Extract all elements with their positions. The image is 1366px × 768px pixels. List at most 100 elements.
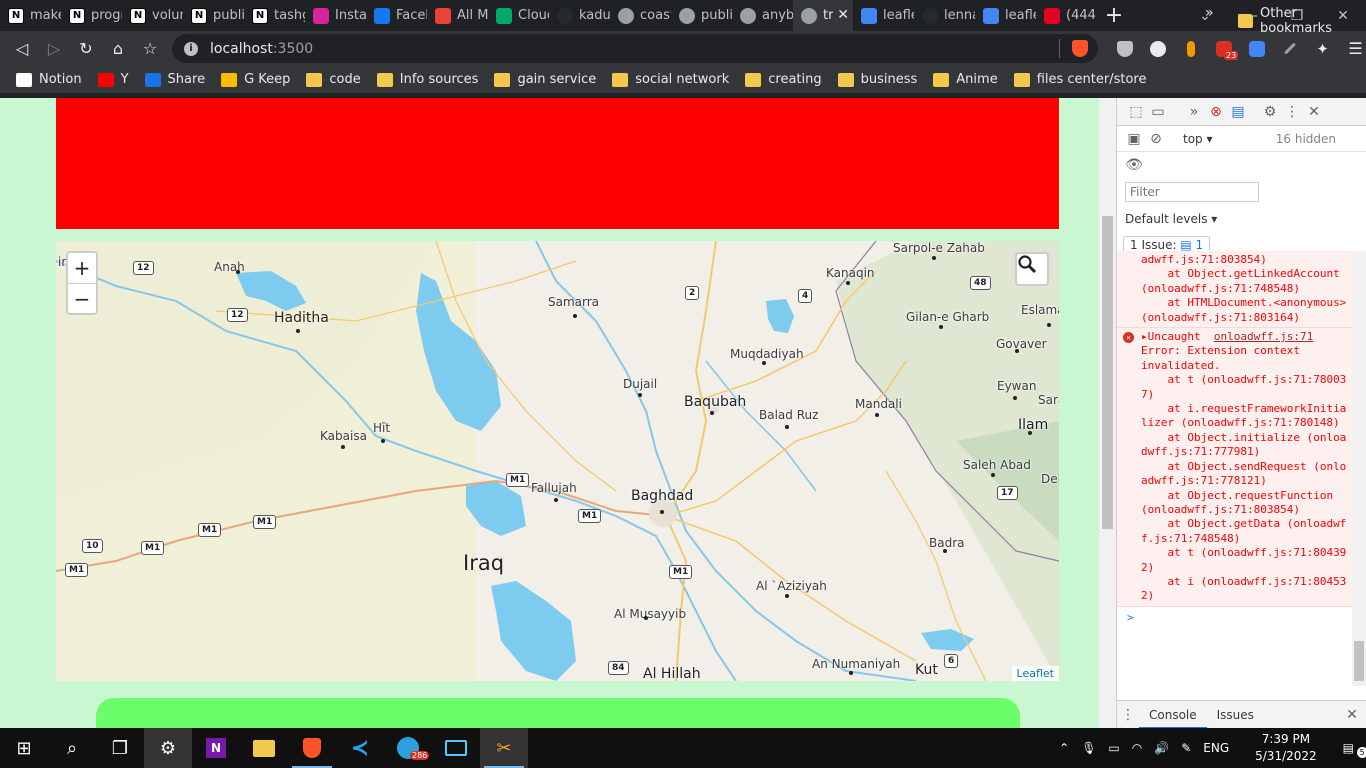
context-selector[interactable]: top ▾ <box>1183 132 1213 146</box>
bookmark-star-icon[interactable]: ☆ <box>134 39 166 58</box>
device-toolbar-icon[interactable]: ▭ <box>1147 101 1169 123</box>
browser-tab[interactable]: leafle <box>853 0 914 31</box>
bookmark-item[interactable]: Y <box>97 72 129 87</box>
bookmark-item[interactable]: G Keep <box>221 72 290 87</box>
stack-line[interactable]: at i.requestFrameworkInitializer (onload… <box>1141 402 1349 431</box>
vscode-app-icon[interactable]: ≺ <box>336 728 384 768</box>
site-info-icon[interactable]: i <box>184 41 198 56</box>
volume-icon[interactable]: 🔊 <box>1154 741 1169 755</box>
console-prompt[interactable]: > <box>1117 607 1353 628</box>
translate-extension-icon[interactable] <box>1240 40 1273 57</box>
stack-line[interactable]: at Object.requestFunction (onloadwff.js:… <box>1141 489 1349 518</box>
browser-tab[interactable]: Nvolun <box>122 0 183 31</box>
settings-gear-icon[interactable]: ⚙ <box>1259 101 1281 123</box>
messages-icon[interactable]: ▤ <box>1227 101 1249 123</box>
eye-icon[interactable]: 👁 <box>1123 154 1145 176</box>
stack-line[interactable]: at Object.initialize (onloadwff.js:71:77… <box>1141 431 1349 460</box>
bookmark-item[interactable]: Share <box>144 72 205 87</box>
onenote-app-icon[interactable]: N <box>192 728 240 768</box>
clock[interactable]: 7:39 PM 5/31/2022 <box>1249 731 1323 765</box>
errors-icon[interactable]: ⊗ <box>1205 101 1227 123</box>
drawer-tab-issues[interactable]: Issues <box>1207 701 1264 729</box>
browser-tab[interactable]: tr ✕ <box>793 0 853 31</box>
orange-extension-icon[interactable] <box>1174 40 1207 57</box>
bookmark-item[interactable]: code <box>306 72 361 87</box>
stack-line[interactable]: at Object.getData (onloadwff.js:71:74854… <box>1141 517 1349 546</box>
more-bookmarks-button[interactable]: » <box>1205 5 1214 21</box>
browser-tab[interactable]: Nmake <box>0 0 61 31</box>
telegram-app-icon[interactable]: 286 <box>384 728 432 768</box>
language-indicator[interactable]: ENG <box>1203 741 1229 755</box>
home-button[interactable]: ⌂ <box>102 39 134 58</box>
browser-tab[interactable]: Ntashg <box>244 0 305 31</box>
more-panels-icon[interactable]: » <box>1183 101 1205 123</box>
leaflet-attribution-link[interactable]: Leaflet <box>1011 666 1059 681</box>
zoom-in-button[interactable]: + <box>68 253 96 283</box>
reload-button[interactable]: ↻ <box>70 39 102 58</box>
devtools-scrollbar[interactable] <box>1352 251 1366 686</box>
error-head[interactable]: ▸Uncaught onloadwff.js:71 <box>1141 330 1349 344</box>
log-levels-select[interactable]: Default levels ▾ <box>1117 206 1366 232</box>
forward-button[interactable]: ▷ <box>38 39 70 58</box>
stack-line[interactable]: at t (onloadwff.js:71:804392) <box>1141 546 1349 575</box>
close-tab-icon[interactable]: ✕ <box>837 7 849 23</box>
page-scrollbar[interactable] <box>1099 98 1116 728</box>
bookmark-item[interactable]: gain service <box>494 72 596 87</box>
bookmark-item[interactable]: Anime <box>933 72 998 87</box>
brave-shields-icon[interactable] <box>1072 40 1088 57</box>
browser-tab[interactable]: Npubli <box>183 0 244 31</box>
screen-share-app-icon[interactable] <box>432 728 480 768</box>
browser-tab[interactable]: Cloud <box>488 0 549 31</box>
pen-ink-icon[interactable]: ✎ <box>1181 741 1191 755</box>
browser-tab[interactable]: Nprogr <box>61 0 122 31</box>
inspect-element-icon[interactable]: ⬚ <box>1125 101 1147 123</box>
kebab-menu-icon[interactable]: ⋮ <box>1281 101 1303 123</box>
zoom-out-button[interactable]: − <box>68 283 96 313</box>
close-drawer-icon[interactable]: ✕ <box>1341 704 1363 726</box>
microphone-icon[interactable]: 🎙 <box>1081 741 1096 755</box>
browser-tab[interactable]: coast <box>610 0 671 31</box>
shield-extension-icon[interactable] <box>1108 40 1141 57</box>
clear-console-icon[interactable]: ⊘ <box>1145 128 1167 150</box>
show-hidden-icons[interactable]: ⌃ <box>1059 741 1069 755</box>
battery-icon[interactable]: ▭ <box>1108 741 1119 755</box>
stack-line[interactable]: at i (onloadwff.js:71:804532) <box>1141 575 1349 604</box>
file-explorer-icon[interactable] <box>240 728 288 768</box>
address-bar[interactable]: i localhost:3500 <box>172 34 1098 63</box>
drawer-tab-console[interactable]: Console <box>1139 701 1207 729</box>
leaflet-map[interactable]: Baghdad Baqubah Haditha Fallujah Samarra Anah… <box>56 241 1059 681</box>
menu-icon[interactable]: ☰ <box>1339 39 1366 58</box>
console-filter-input[interactable] <box>1125 182 1259 202</box>
search-icon[interactable]: ⌕ <box>48 728 96 768</box>
vpn-extension-icon[interactable] <box>1141 40 1174 57</box>
other-bookmarks[interactable]: Other bookmarks <box>1238 6 1366 36</box>
close-devtools-icon[interactable]: ✕ <box>1303 101 1325 123</box>
error-source-link[interactable]: onloadwff.js:71 <box>1214 330 1313 343</box>
bookmark-item[interactable]: Info sources <box>376 72 478 87</box>
browser-tab[interactable]: (444) <box>1036 0 1097 31</box>
brave-browser-icon[interactable] <box>288 728 336 768</box>
bookmark-item[interactable]: Notion <box>16 72 82 87</box>
sidebar-toggle-icon[interactable]: ▣ <box>1123 128 1145 150</box>
calendar-extension-icon[interactable]: 23 <box>1207 40 1240 60</box>
browser-tab[interactable]: Faceb <box>366 0 427 31</box>
stack-line[interactable]: at t (onloadwff.js:71:780037) <box>1141 373 1349 402</box>
browser-tab[interactable]: kadut <box>549 0 610 31</box>
puzzle-extensions-icon[interactable]: ✦ <box>1306 40 1339 58</box>
map-search-button[interactable] <box>1015 252 1049 286</box>
stack-line[interactable]: at Object.getLinkedAccount (onloadwff.js… <box>1141 267 1349 296</box>
bookmark-item[interactable]: business <box>837 72 917 87</box>
pen-extension-icon[interactable] <box>1273 42 1306 55</box>
stack-line[interactable]: adwff.js:71:803854) <box>1141 253 1349 267</box>
browser-tab[interactable]: publi <box>671 0 732 31</box>
bookmark-item[interactable]: creating <box>745 72 822 87</box>
windows-start-icon[interactable]: ⊞ <box>0 728 48 768</box>
snipping-tool-icon[interactable]: ✂ <box>480 728 528 768</box>
stack-line[interactable]: at HTMLDocument.<anonymous> (onloadwff.j… <box>1141 296 1349 325</box>
bookmark-item[interactable]: files center/store <box>1013 72 1146 87</box>
browser-tab[interactable]: Insta <box>305 0 366 31</box>
browser-tab[interactable]: leafle <box>975 0 1036 31</box>
browser-tab[interactable]: anybo <box>732 0 793 31</box>
notification-center-icon[interactable]: ▤ 5 <box>1343 741 1366 758</box>
back-button[interactable]: ◁ <box>6 39 38 58</box>
